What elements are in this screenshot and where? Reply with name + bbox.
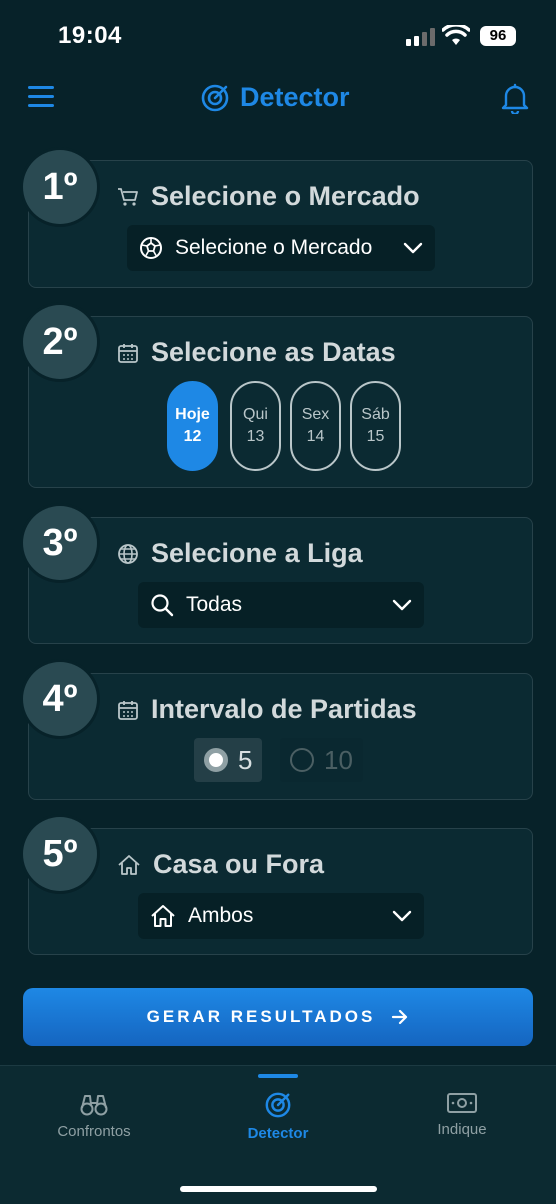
home-icon xyxy=(118,854,140,875)
calendar-icon xyxy=(118,343,138,363)
league-select-value: Todas xyxy=(186,593,243,616)
step-badge: 3º xyxy=(23,506,97,580)
step-home-away-card: Casa ou Fora Ambos xyxy=(28,828,533,955)
step-market-card: Selecione o Mercado Selecione o Mercado xyxy=(28,160,533,288)
home-away-select-value: Ambos xyxy=(188,904,254,927)
app-header: Detector xyxy=(0,76,556,122)
radio-selected-icon xyxy=(204,748,228,772)
date-number: 15 xyxy=(366,428,385,445)
date-number: 13 xyxy=(246,428,265,445)
generate-results-label: GERAR RESULTADOS xyxy=(146,1007,376,1026)
step-title: Selecione as Datas xyxy=(151,337,396,367)
home-away-select[interactable]: Ambos xyxy=(138,893,424,939)
calendar-icon xyxy=(118,700,138,720)
date-number: 12 xyxy=(183,428,202,445)
radio-label: 10 xyxy=(324,744,353,775)
cart-icon xyxy=(118,187,138,206)
date-option-today[interactable]: Hoje 12 xyxy=(167,381,218,471)
date-day: Hoje xyxy=(175,406,210,423)
chevron-down-icon xyxy=(403,242,423,254)
radio-unselected-icon xyxy=(290,748,314,772)
tab-indique[interactable]: Indique xyxy=(392,1091,532,1138)
step-league-card: Selecione a Liga Todas xyxy=(28,517,533,644)
status-time: 19:04 xyxy=(58,22,122,49)
date-day: Qui xyxy=(243,406,268,423)
bottom-navigation: Confrontos Detector Indique xyxy=(0,1065,556,1204)
date-number: 14 xyxy=(306,428,325,445)
date-day: Sex xyxy=(301,406,330,423)
wifi-icon xyxy=(442,25,470,45)
interval-option-5[interactable]: 5 xyxy=(194,738,263,782)
tab-confrontos[interactable]: Confrontos xyxy=(24,1091,164,1140)
home-indicator xyxy=(180,1186,377,1192)
date-day: Sáb xyxy=(361,406,390,423)
step-interval-card: Intervalo de Partidas 5 10 xyxy=(28,673,533,800)
active-tab-indicator xyxy=(258,1074,298,1078)
globe-icon xyxy=(118,543,138,564)
tab-label: Confrontos xyxy=(57,1123,131,1140)
tab-label: Indique xyxy=(437,1121,487,1138)
app-brand: Detector xyxy=(200,82,350,113)
page-title: Detector xyxy=(240,82,350,112)
home-icon xyxy=(151,905,175,927)
generate-results-button[interactable]: GERAR RESULTADOS xyxy=(23,988,533,1046)
step-badge: 5º xyxy=(23,817,97,891)
target-icon xyxy=(201,84,229,111)
tab-detector[interactable]: Detector xyxy=(208,1091,348,1142)
search-icon xyxy=(151,594,174,617)
binoculars-icon xyxy=(80,1095,108,1116)
step-badge: 1º xyxy=(23,150,97,224)
interval-option-10[interactable]: 10 xyxy=(280,738,363,782)
market-select[interactable]: Selecione o Mercado xyxy=(127,225,435,271)
cellular-signal-icon xyxy=(406,28,435,46)
money-icon xyxy=(447,1093,477,1113)
radio-label: 5 xyxy=(238,744,253,775)
step-title: Intervalo de Partidas xyxy=(151,694,417,724)
step-title: Casa ou Fora xyxy=(153,849,325,879)
soccer-ball-icon xyxy=(140,237,162,259)
date-option[interactable]: Sáb 15 xyxy=(350,381,401,471)
tab-label: Detector xyxy=(247,1125,309,1142)
status-bar: 19:04 96 xyxy=(0,0,556,70)
step-title: Selecione o Mercado xyxy=(151,181,420,211)
arrow-right-icon xyxy=(392,1009,408,1025)
chevron-down-icon xyxy=(392,599,412,611)
bell-icon[interactable] xyxy=(500,82,530,114)
menu-icon[interactable] xyxy=(28,86,54,110)
target-icon xyxy=(265,1092,291,1118)
league-select[interactable]: Todas xyxy=(138,582,424,628)
market-select-value: Selecione o Mercado xyxy=(175,236,373,259)
chevron-down-icon xyxy=(392,910,412,922)
battery-indicator: 96 xyxy=(480,26,516,46)
step-badge: 2º xyxy=(23,305,97,379)
date-option[interactable]: Sex 14 xyxy=(290,381,341,471)
step-title: Selecione a Liga xyxy=(151,538,363,568)
step-badge: 4º xyxy=(23,662,97,736)
date-option[interactable]: Qui 13 xyxy=(230,381,281,471)
step-dates-card: Selecione as Datas Hoje 12 Qui 13 Sex 14… xyxy=(28,316,533,488)
